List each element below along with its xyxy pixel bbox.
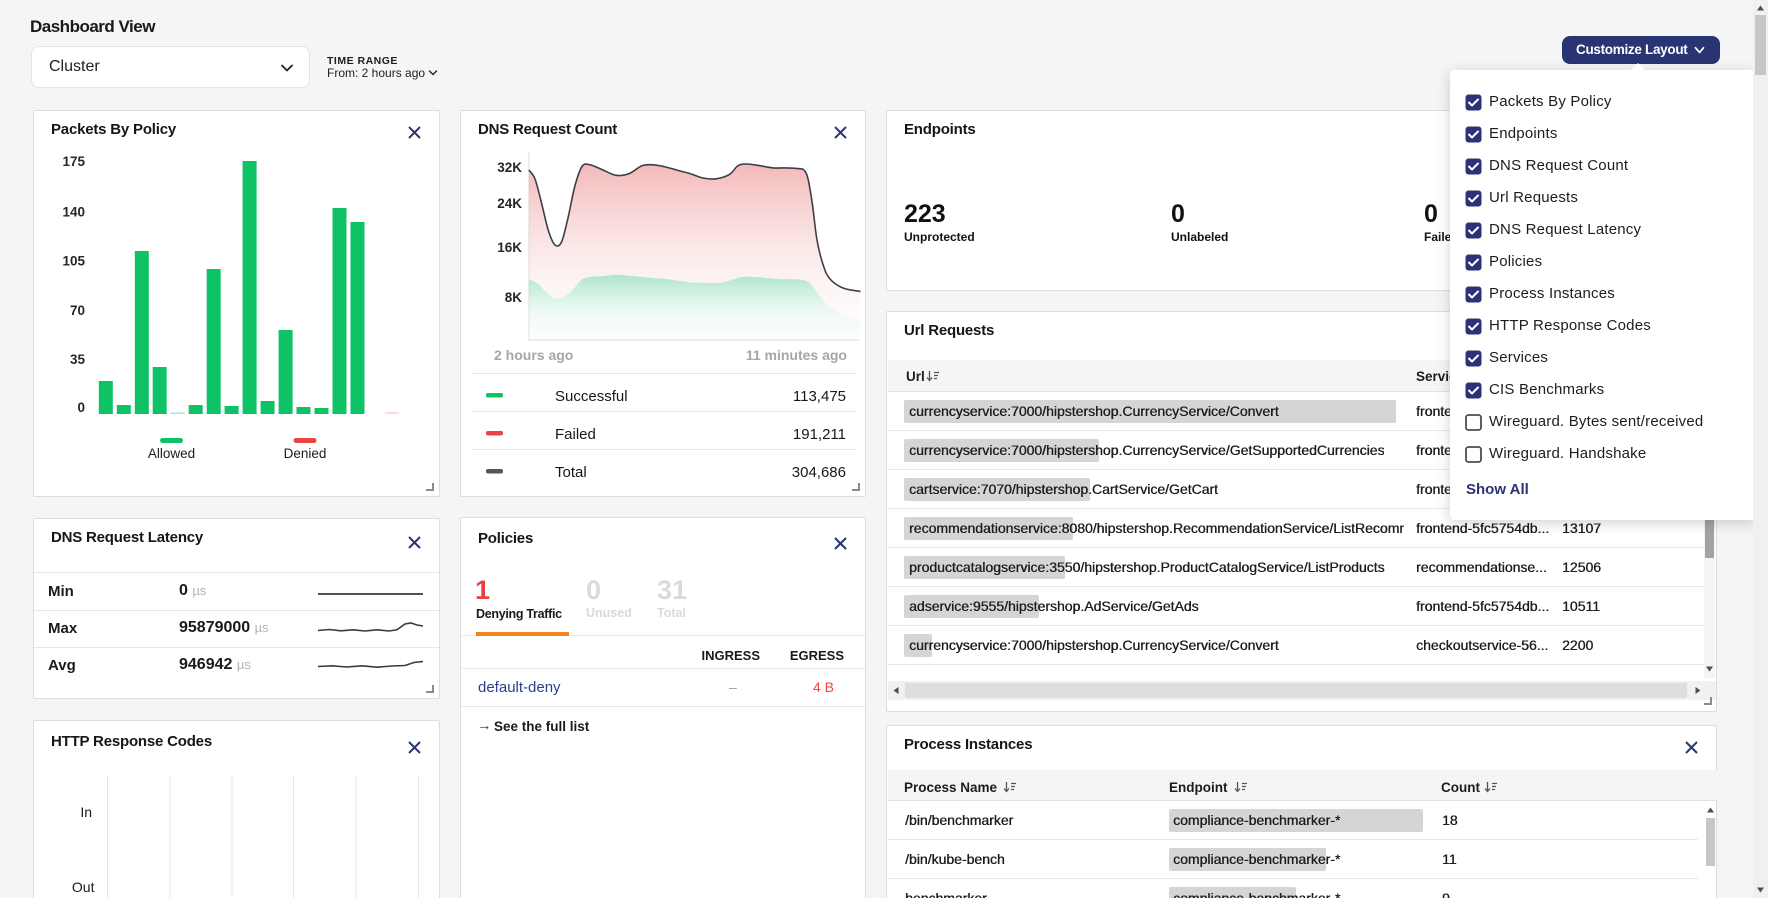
svg-text:304,686: 304,686 xyxy=(792,464,846,481)
svg-text:175: 175 xyxy=(62,154,85,169)
svg-text:105: 105 xyxy=(62,254,85,269)
svg-text:Denied: Denied xyxy=(284,446,327,461)
svg-text:140: 140 xyxy=(62,205,85,220)
svg-text:Allowed: Allowed xyxy=(148,446,195,461)
svg-text:Out: Out xyxy=(72,879,95,895)
svg-text:113,475: 113,475 xyxy=(793,388,846,405)
svg-text:2 hours ago: 2 hours ago xyxy=(494,347,573,363)
svg-text:Successful: Successful xyxy=(555,388,628,405)
svg-text:191,211: 191,211 xyxy=(793,426,846,443)
svg-text:11 minutes ago: 11 minutes ago xyxy=(746,347,847,363)
svg-text:70: 70 xyxy=(70,303,85,318)
svg-text:24K: 24K xyxy=(497,196,522,211)
svg-text:0: 0 xyxy=(77,400,85,415)
svg-text:32K: 32K xyxy=(497,160,522,175)
svg-text:Failed: Failed xyxy=(555,426,596,443)
svg-text:Total: Total xyxy=(555,464,587,481)
svg-text:16K: 16K xyxy=(497,240,522,255)
svg-text:35: 35 xyxy=(70,352,86,367)
svg-text:In: In xyxy=(80,804,92,820)
svg-text:8K: 8K xyxy=(505,290,523,305)
